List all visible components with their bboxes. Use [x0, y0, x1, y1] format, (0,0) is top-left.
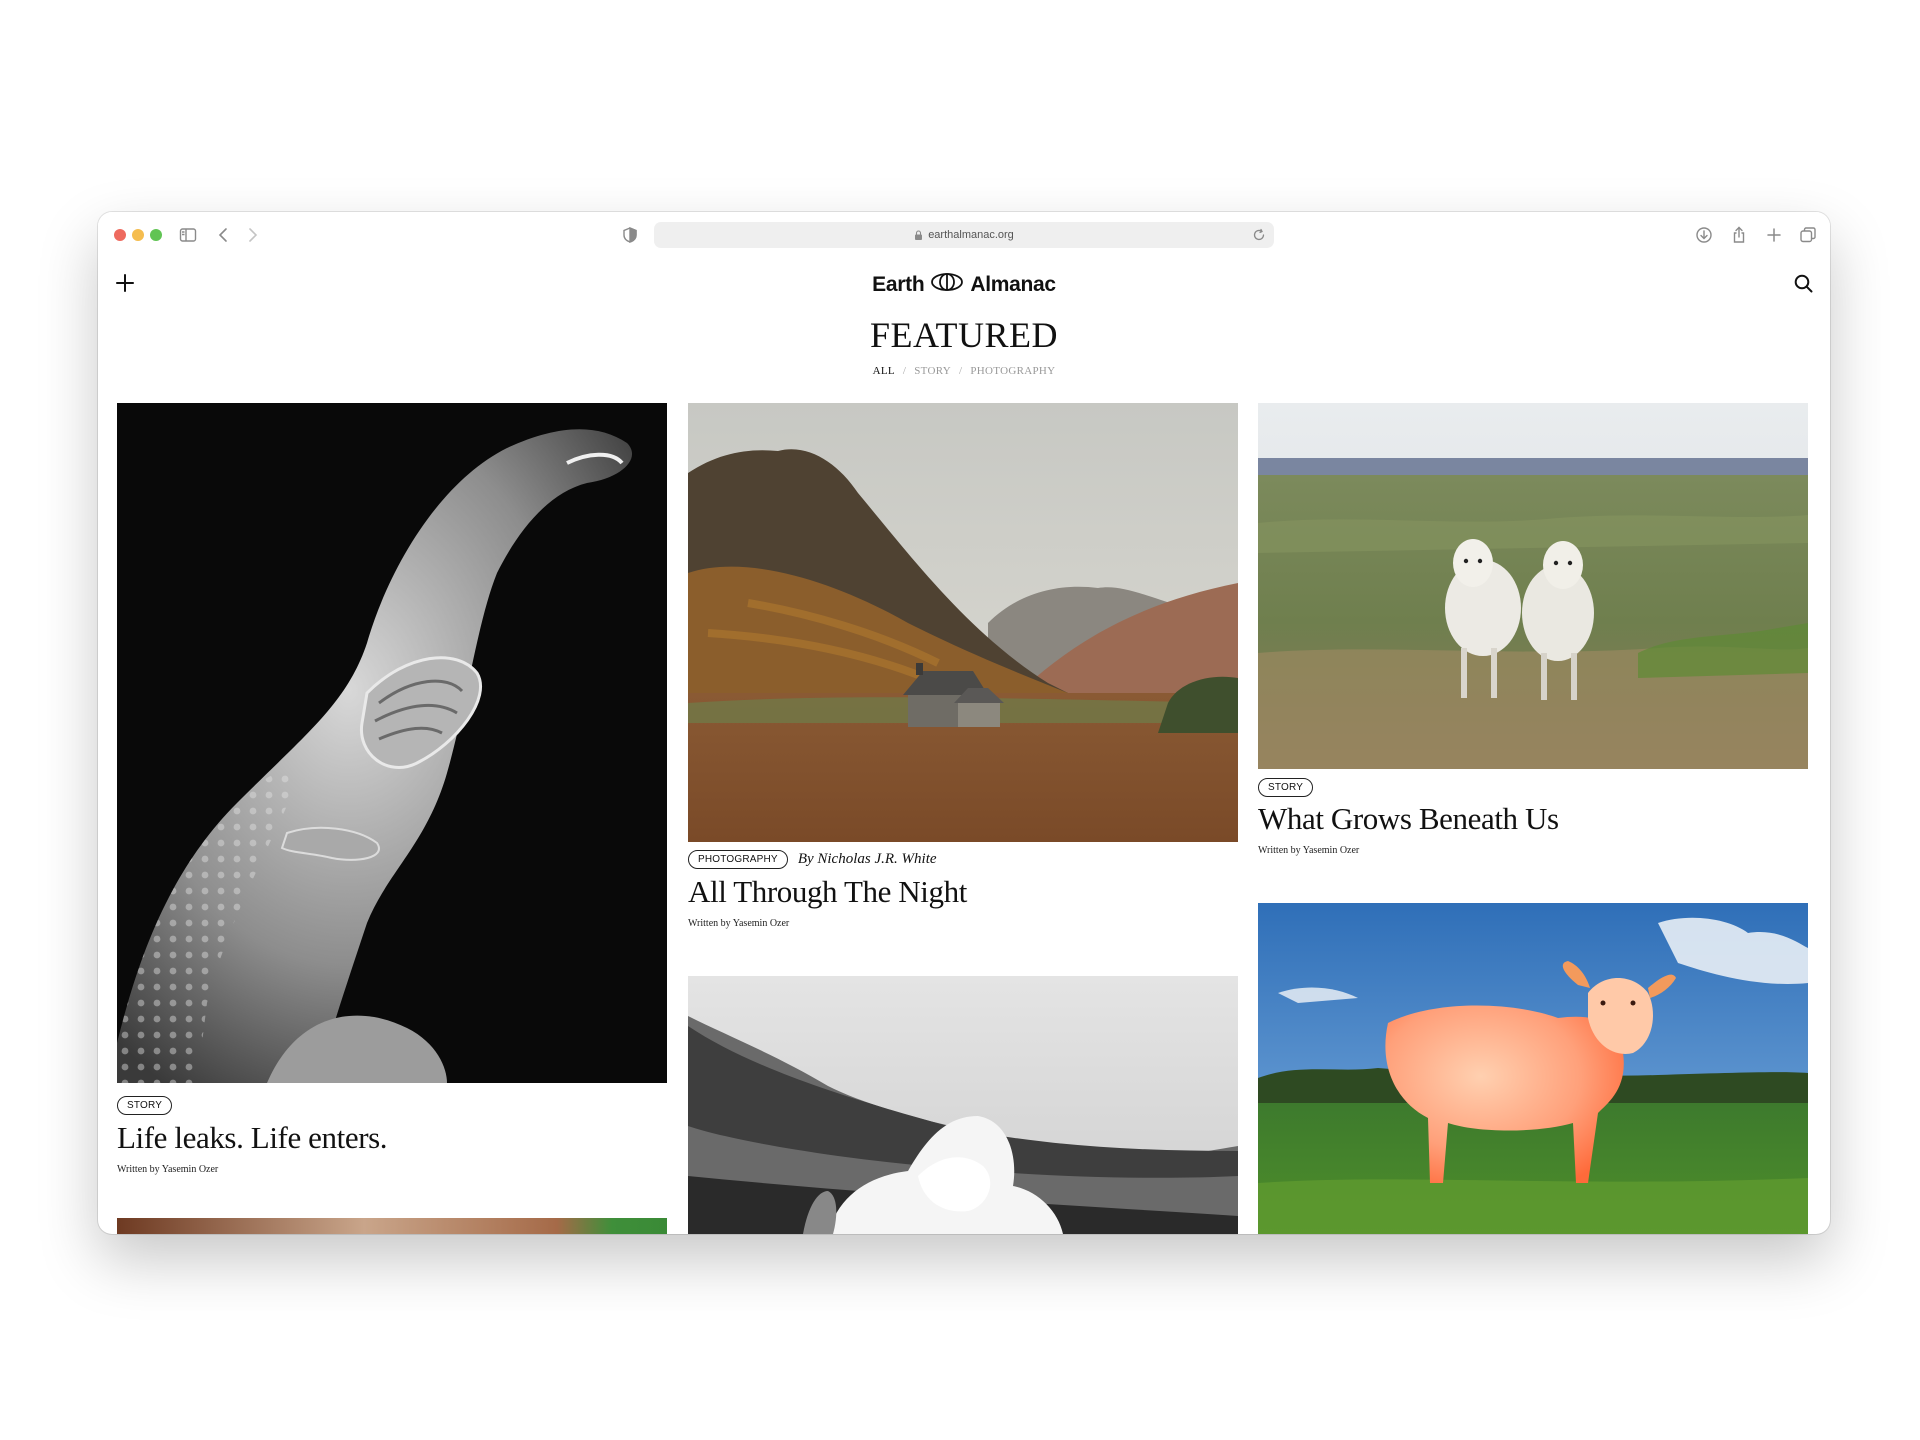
sidebar-icon[interactable]	[178, 225, 198, 245]
plus-icon[interactable]	[1764, 225, 1784, 245]
card-author: Written by Yasemin Ozer	[1258, 845, 1360, 856]
filter-photography[interactable]: PHOTOGRAPHY	[970, 365, 1055, 377]
page-title: FEATURED	[869, 315, 1058, 355]
card-image-explosion[interactable]	[688, 976, 1238, 1234]
url-text: earthalmanac.org	[928, 229, 1014, 241]
category-tag[interactable]: STORY	[117, 1096, 173, 1115]
download-icon[interactable]	[1694, 225, 1714, 245]
minimize-window-button[interactable]	[132, 229, 144, 241]
card-author: Written by Yasemin Ozer	[117, 1164, 219, 1175]
card-image-cottage[interactable]	[688, 403, 1238, 842]
card-meta-row: PHOTOGRAPHY By Nicholas J.R. White	[688, 850, 937, 869]
category-tag[interactable]: STORY	[1258, 778, 1314, 797]
filter-separator: /	[902, 365, 907, 377]
category-filters: ALL / STORY / PHOTOGRAPHY	[98, 365, 1830, 377]
card-author: Written by Yasemin Ozer	[688, 918, 790, 929]
card-image-sheep[interactable]	[1258, 403, 1808, 769]
photographer-byline: By Nicholas J.R. White	[797, 851, 937, 867]
browser-window: earthalmanac.org Earth Almanac FEATURED …	[98, 212, 1830, 1234]
shield-icon[interactable]	[620, 225, 640, 245]
card-image-cow[interactable]	[1258, 903, 1808, 1234]
card-meta-row: STORY	[1258, 778, 1314, 797]
tab-overview-icon[interactable]	[1798, 225, 1818, 245]
reload-icon[interactable]	[1252, 228, 1266, 242]
filter-separator: /	[959, 365, 963, 377]
card-image-micrograph[interactable]	[117, 403, 667, 1083]
card-title[interactable]: What Grows Beneath Us	[1258, 801, 1559, 837]
logo-text-left: Earth	[872, 273, 925, 296]
zoom-window-button[interactable]	[150, 229, 162, 241]
address-bar[interactable]: earthalmanac.org	[654, 222, 1274, 248]
close-window-button[interactable]	[114, 229, 126, 241]
site-logo[interactable]: Earth Almanac	[98, 272, 1830, 298]
filter-story[interactable]: STORY	[914, 365, 951, 377]
lock-icon	[914, 230, 923, 240]
card-title[interactable]: Life leaks. Life enters.	[117, 1120, 388, 1156]
card-meta-row: STORY	[117, 1096, 173, 1115]
search-icon[interactable]	[1793, 273, 1814, 294]
card-image-partial[interactable]	[117, 1218, 667, 1234]
filter-all[interactable]: ALL	[873, 365, 895, 377]
chevron-right-icon[interactable]	[242, 225, 262, 245]
logo-text-right: Almanac	[970, 273, 1056, 296]
chevron-left-icon[interactable]	[214, 225, 234, 245]
share-icon[interactable]	[1729, 225, 1749, 245]
browser-toolbar: earthalmanac.org	[98, 212, 1830, 258]
category-tag[interactable]: PHOTOGRAPHY	[688, 850, 788, 869]
globe-logo-icon	[930, 272, 964, 298]
card-title[interactable]: All Through The Night	[688, 874, 967, 910]
